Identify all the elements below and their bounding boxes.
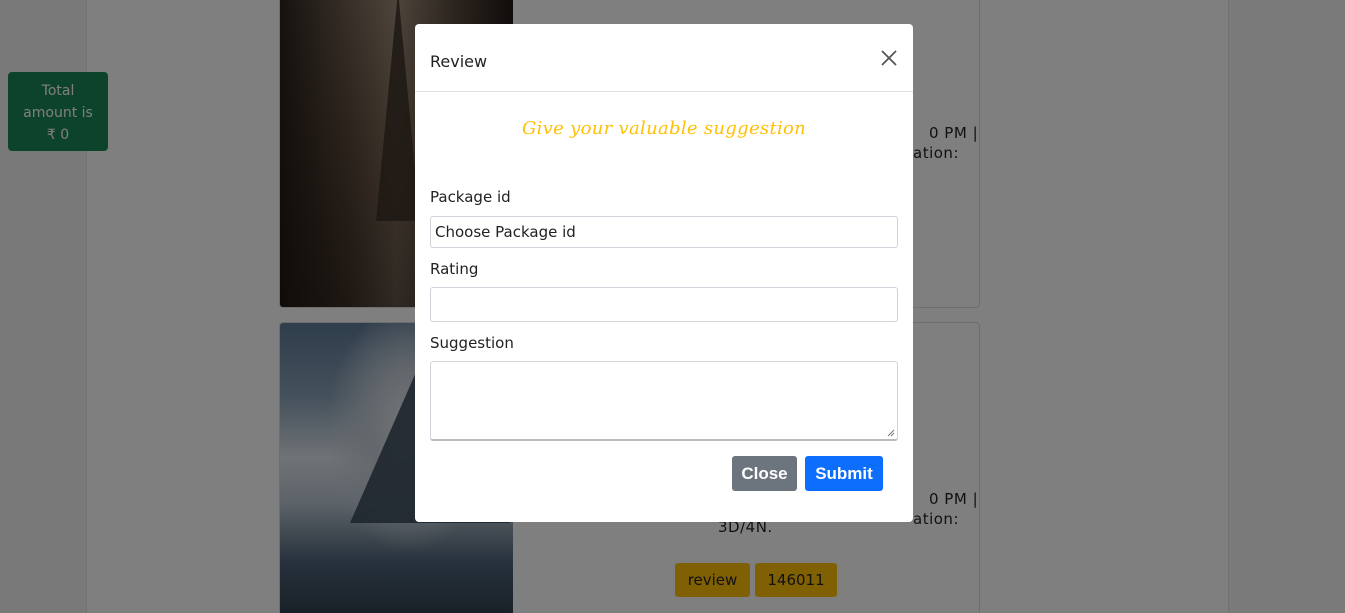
close-icon[interactable]	[877, 46, 901, 70]
page: Total amount is ₹ 0 0 PM | ation: 0 PM |…	[0, 0, 1345, 613]
modal-title: Review	[430, 52, 488, 71]
suggestion-textarea[interactable]	[430, 361, 898, 441]
rating-label: Rating	[430, 260, 479, 278]
submit-button[interactable]: Submit	[805, 456, 883, 491]
resize-grip-icon[interactable]	[887, 429, 895, 437]
package-id-label: Package id	[430, 188, 511, 206]
close-button[interactable]: Close	[732, 456, 797, 491]
modal-header: Review	[415, 24, 913, 92]
package-id-select[interactable]: Choose Package id	[430, 216, 898, 248]
suggestion-label: Suggestion	[430, 334, 514, 352]
rating-input[interactable]	[430, 287, 898, 322]
modal-slogan: Give your valuable suggestion	[521, 118, 807, 139]
package-id-selected-value: Choose Package id	[435, 223, 576, 241]
review-modal: Review Give your valuable suggestion Pac…	[415, 24, 913, 522]
